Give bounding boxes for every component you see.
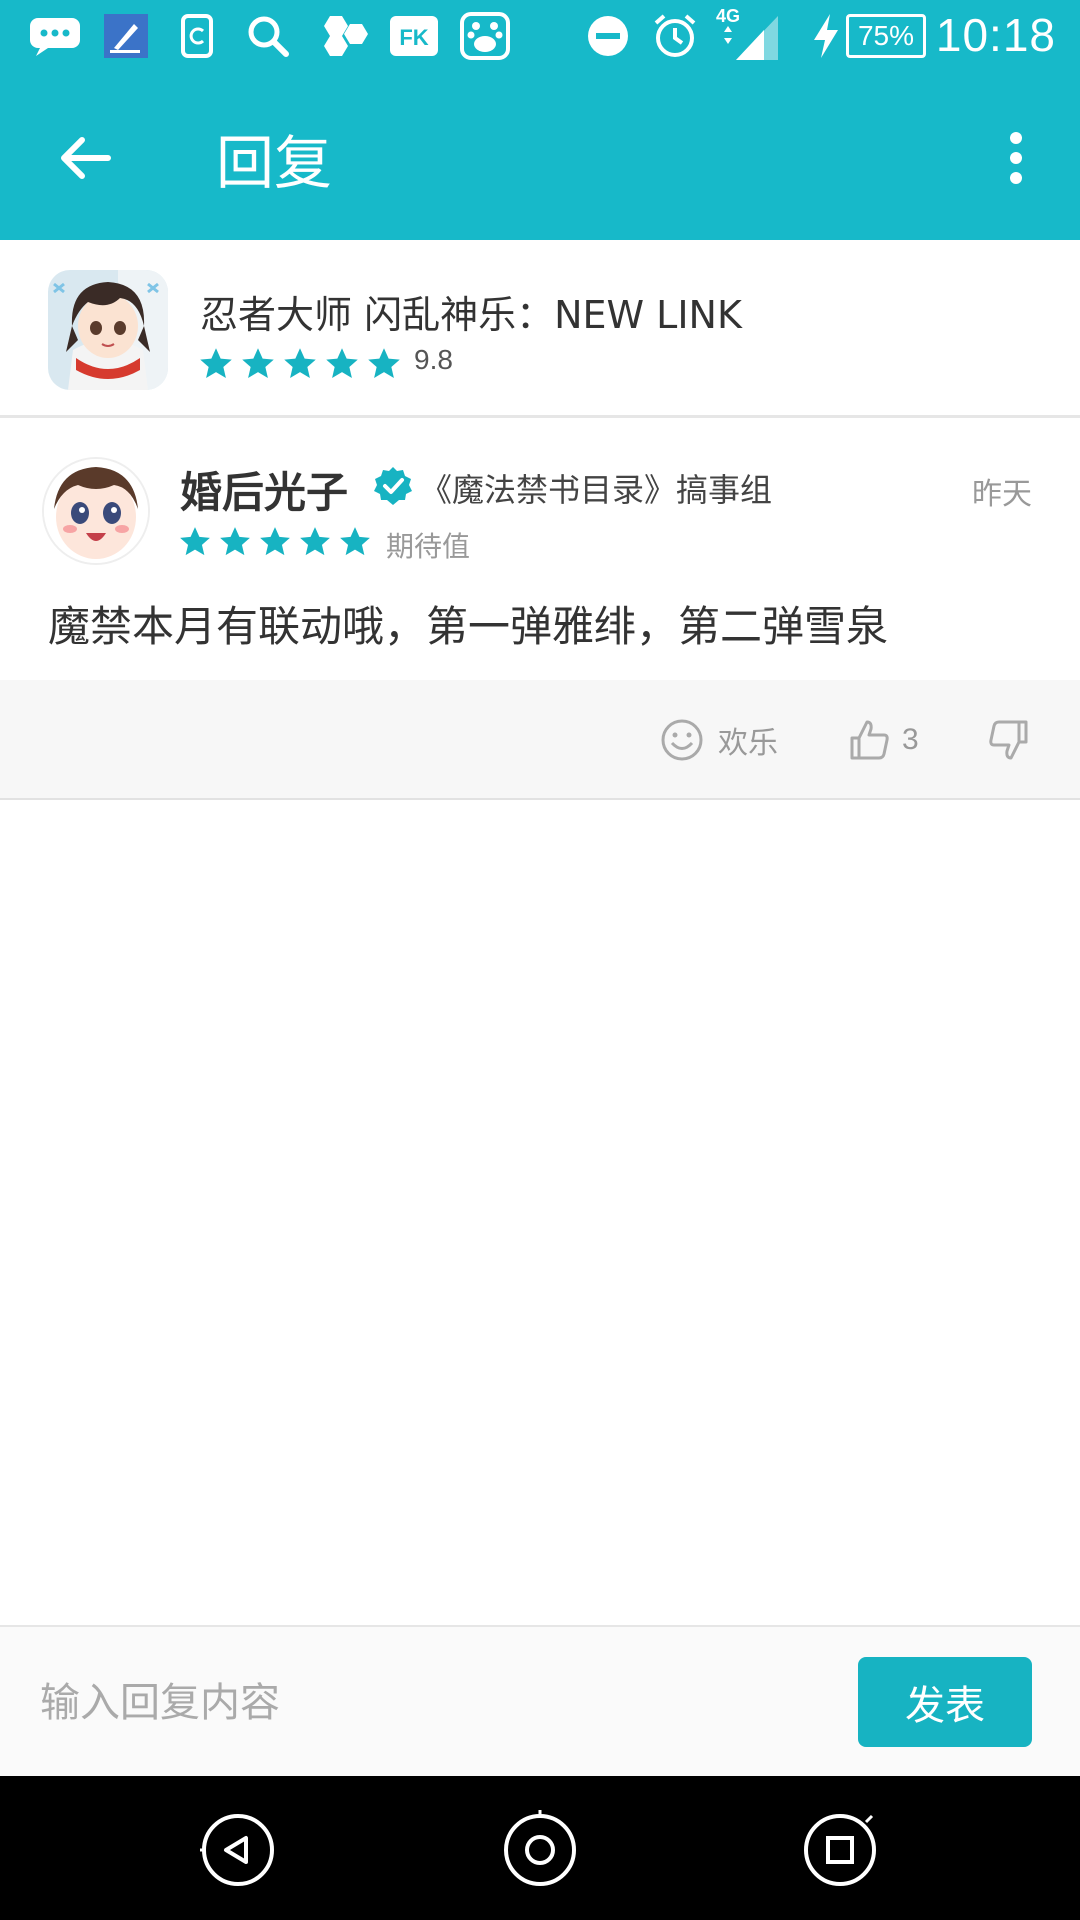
charging-icon — [812, 12, 840, 60]
message-icon — [28, 12, 82, 60]
sync-app-icon — [180, 12, 214, 60]
game-rating-stars — [198, 346, 402, 382]
happy-button[interactable]: 欢乐 — [660, 680, 778, 800]
review-tag: 期待值 — [386, 530, 471, 563]
star-icon — [326, 348, 358, 378]
game-header[interactable]: 忍者大师 闪乱神乐：NEW LINK 9.8 — [0, 240, 1080, 418]
happy-label: 欢乐 — [718, 726, 778, 761]
navigation-bar — [0, 1776, 1080, 1920]
status-time: 10:18 — [935, 9, 1056, 61]
review-action-bar: 欢乐 3 — [0, 680, 1080, 800]
review-time: 昨天 — [972, 477, 1032, 512]
fk-app-icon: FK — [390, 12, 438, 60]
nav-home-button[interactable] — [500, 1810, 580, 1890]
notes-app-icon — [104, 12, 148, 60]
square-recents-icon — [804, 1814, 876, 1886]
reply-bar: 发表 — [0, 1625, 1080, 1776]
app-bar: 回复 — [0, 72, 1080, 240]
like-button[interactable]: 3 — [848, 680, 919, 800]
signal-icon — [716, 12, 778, 60]
hexagon-app-icon — [316, 12, 368, 60]
game-score: 9.8 — [414, 344, 453, 375]
arrow-left-icon — [61, 137, 111, 179]
more-vert-icon — [1010, 132, 1022, 144]
back-button[interactable] — [48, 122, 120, 194]
star-icon — [180, 527, 210, 556]
star-icon — [340, 527, 370, 556]
page-title: 回复 — [216, 129, 333, 197]
send-button[interactable]: 发表 — [858, 1657, 1032, 1747]
thumbs-down-icon — [989, 720, 1028, 760]
user-group: 《魔法禁书目录》搞事组 — [420, 471, 773, 509]
like-count: 3 — [902, 723, 919, 756]
user-name[interactable]: 婚后光子 — [180, 459, 348, 520]
star-icon — [242, 348, 274, 378]
battery-indicator: 75% — [846, 14, 926, 58]
circle-home-icon — [504, 1810, 576, 1886]
more-options-button[interactable] — [996, 124, 1036, 192]
thumbs-up-icon — [850, 720, 889, 760]
search-app-icon — [246, 12, 290, 60]
verified-badge-icon — [374, 467, 412, 505]
star-icon — [220, 527, 250, 556]
alarm-icon — [652, 12, 698, 60]
star-icon — [300, 527, 330, 556]
smiley-icon — [661, 719, 703, 761]
reply-input[interactable] — [40, 1663, 820, 1743]
star-icon — [284, 348, 316, 378]
review-text: 魔禁本月有联动哦，第一弹雅绯，第二弹雪泉 — [48, 602, 889, 651]
do-not-disturb-icon — [586, 12, 630, 60]
nav-back-button[interactable] — [198, 1810, 278, 1890]
game-icon[interactable] — [48, 270, 168, 390]
star-icon — [260, 527, 290, 556]
star-icon — [368, 348, 400, 378]
baidu-app-icon — [460, 12, 510, 60]
triangle-back-icon — [200, 1814, 274, 1886]
game-title: 忍者大师 闪乱神乐：NEW LINK — [200, 293, 742, 337]
avatar[interactable] — [42, 457, 150, 565]
star-icon — [200, 348, 232, 378]
status-bar: FK 4G 75% 10:18 — [0, 0, 1080, 72]
review-card: 婚后光子 《魔法禁书目录》搞事组 昨天 期待值 魔禁本月有联动哦，第一弹雅绯，第… — [0, 421, 1080, 680]
nav-recents-button[interactable] — [800, 1810, 880, 1890]
dislike-button[interactable] — [986, 680, 1030, 800]
svg-text:FK: FK — [399, 25, 428, 50]
review-rating-stars — [178, 525, 372, 559]
